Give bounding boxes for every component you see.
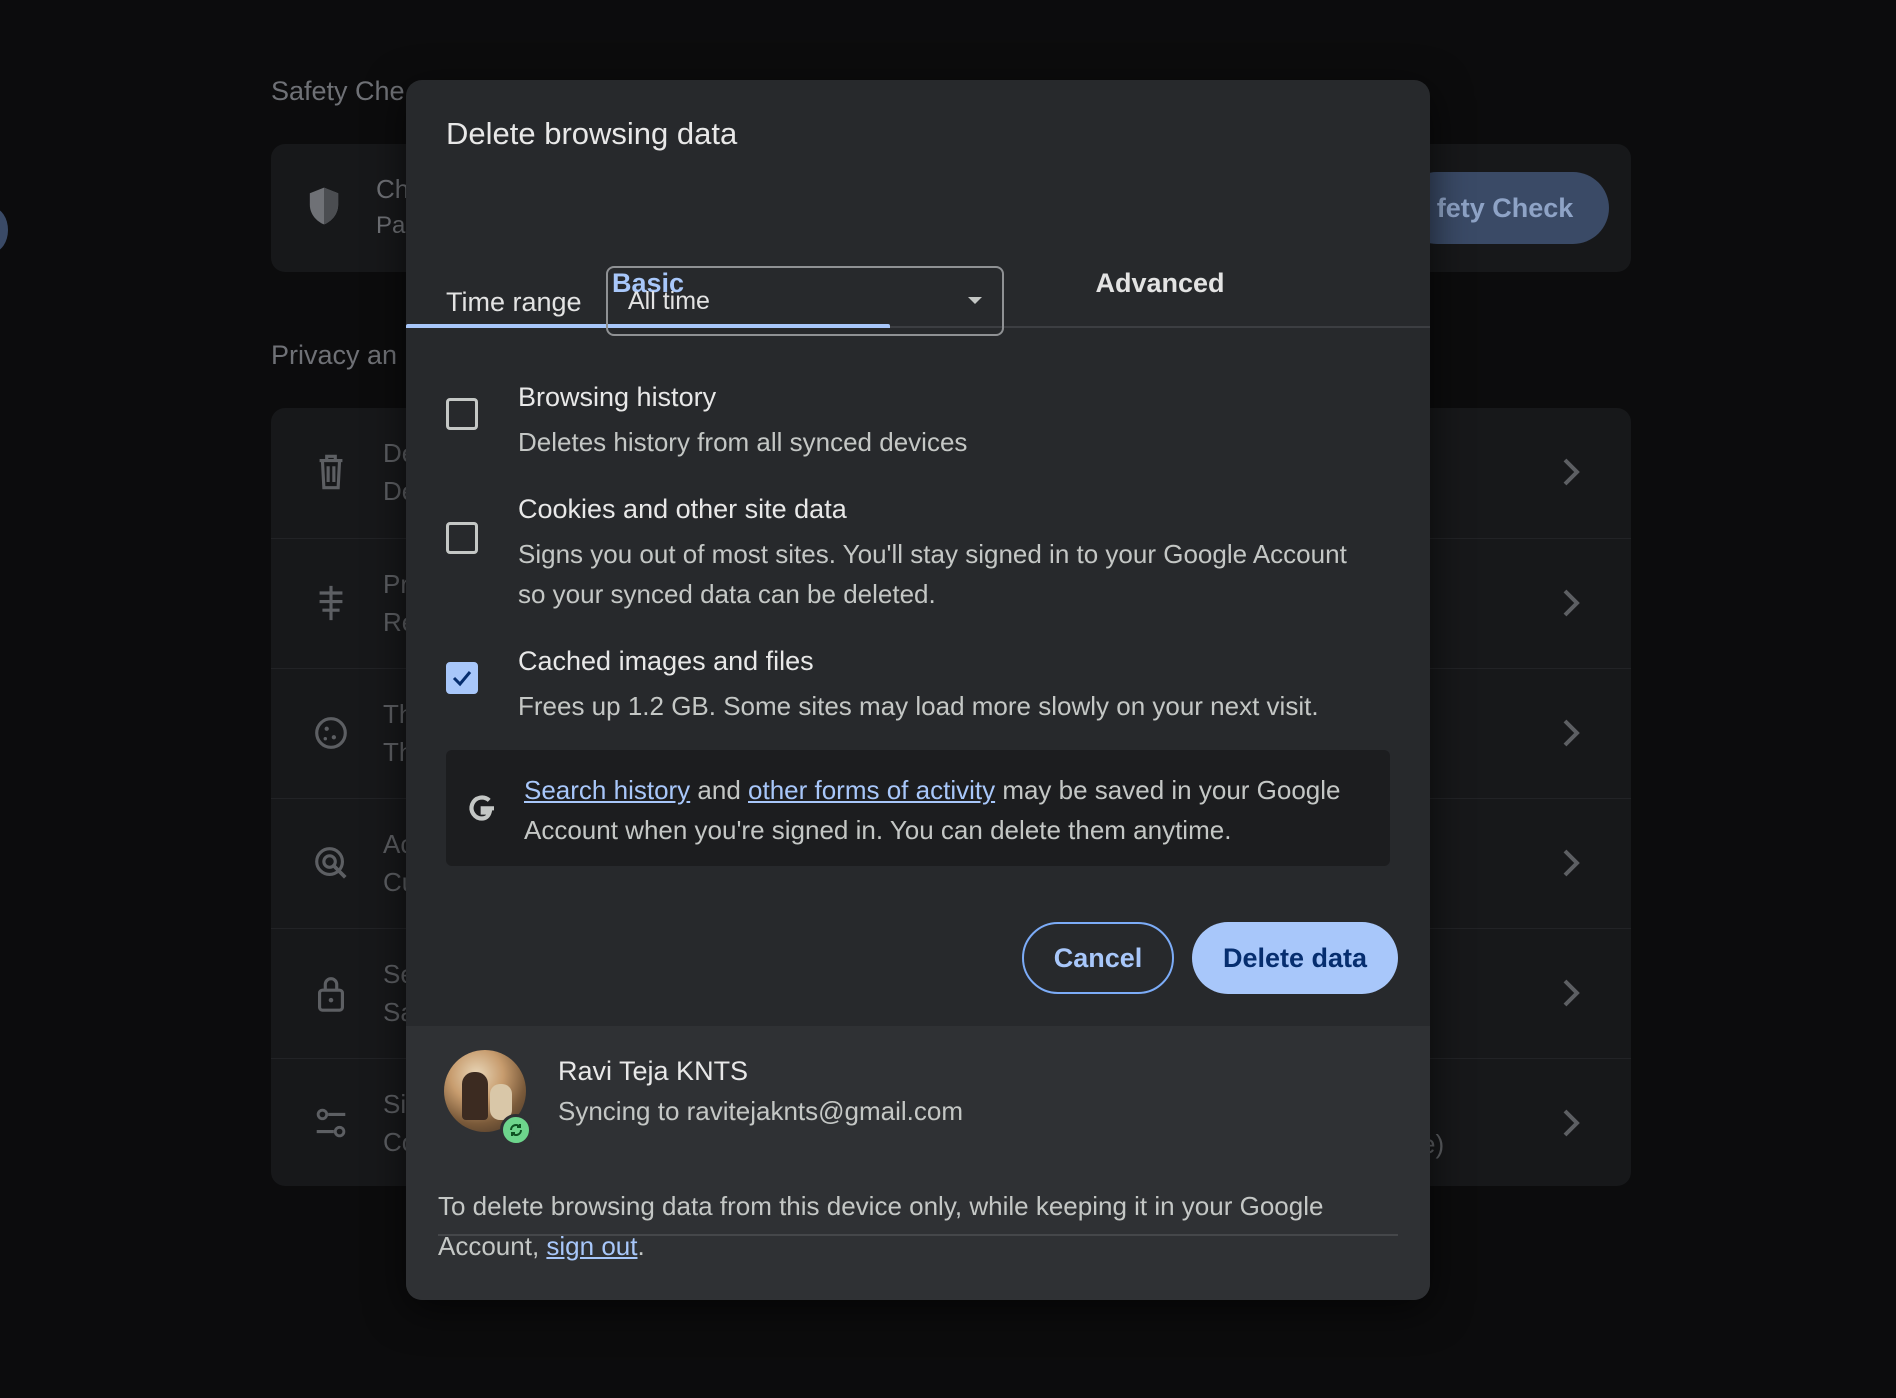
safety-card-line2: Pa (376, 212, 406, 239)
other-activity-link[interactable]: other forms of activity (748, 775, 995, 805)
notice-and: and (690, 775, 749, 805)
delete-data-button[interactable]: Delete data (1192, 922, 1398, 994)
cookie-icon (315, 717, 347, 749)
option-description: Deletes history from all synced devices (518, 427, 968, 457)
option-description: Signs you out of most sites. You'll stay… (518, 539, 1347, 609)
browsing-history-checkbox[interactable] (446, 398, 478, 430)
sign-out-note: To delete browsing data from this device… (438, 1186, 1398, 1266)
google-g-icon (469, 795, 494, 821)
privacy-heading: Privacy an (271, 340, 398, 370)
dialog-title: Delete browsing data (446, 116, 738, 151)
notice-text: Search history and other forms of activi… (524, 770, 1384, 850)
account-sync-status: Syncing to ravitejaknts@gmail.com (558, 1096, 963, 1126)
option-cookies: Cookies and other site data Signs you ou… (446, 494, 1386, 614)
ads-target-icon (315, 847, 347, 879)
chevron-right-icon (1563, 849, 1580, 877)
safety-check-button[interactable]: fety Check (1401, 172, 1609, 244)
safety-check-heading: Safety Che (271, 76, 405, 106)
safety-card-line1: Ch (376, 174, 410, 204)
delete-browsing-data-dialog: Delete browsing data Basic Advanced Time… (406, 80, 1430, 1300)
cached-images-checkbox[interactable] (446, 662, 478, 694)
cookies-checkbox[interactable] (446, 522, 478, 554)
chevron-right-icon (1563, 589, 1580, 617)
caret-down-icon (968, 297, 982, 304)
note-end: . (637, 1231, 645, 1261)
side-handle (0, 208, 8, 252)
account-name: Ravi Teja KNTS (558, 1056, 749, 1086)
chevron-right-icon (1563, 979, 1580, 1007)
option-title: Cookies and other site data (518, 494, 847, 524)
option-description: Frees up 1.2 GB. Some sites may load mor… (518, 691, 1319, 721)
chevron-right-icon (1563, 719, 1580, 747)
shield-icon (309, 187, 339, 225)
google-activity-notice: Search history and other forms of activi… (446, 750, 1390, 866)
lock-icon (318, 977, 344, 1012)
option-title: Browsing history (518, 382, 717, 412)
time-range-label: Time range (446, 287, 582, 317)
signpost-icon (319, 585, 343, 621)
sync-badge (500, 1114, 532, 1146)
option-cached-images: Cached images and files Frees up 1.2 GB.… (446, 646, 1386, 726)
time-range-select[interactable]: All time (606, 266, 1004, 336)
checkmark-icon (452, 671, 472, 687)
chevron-right-icon (1563, 458, 1580, 486)
search-history-link[interactable]: Search history (524, 775, 690, 805)
cancel-button[interactable]: Cancel (1022, 922, 1174, 994)
sync-icon (510, 1124, 522, 1136)
trash-icon (319, 454, 343, 490)
sliders-icon (316, 1108, 346, 1138)
option-title: Cached images and files (518, 646, 814, 676)
chevron-right-icon (1563, 1109, 1580, 1137)
option-browsing-history: Browsing history Deletes history from al… (446, 382, 1386, 462)
row-title: Si (383, 1089, 407, 1119)
time-range-value: All time (628, 287, 710, 315)
sign-out-link[interactable]: sign out (546, 1231, 637, 1261)
